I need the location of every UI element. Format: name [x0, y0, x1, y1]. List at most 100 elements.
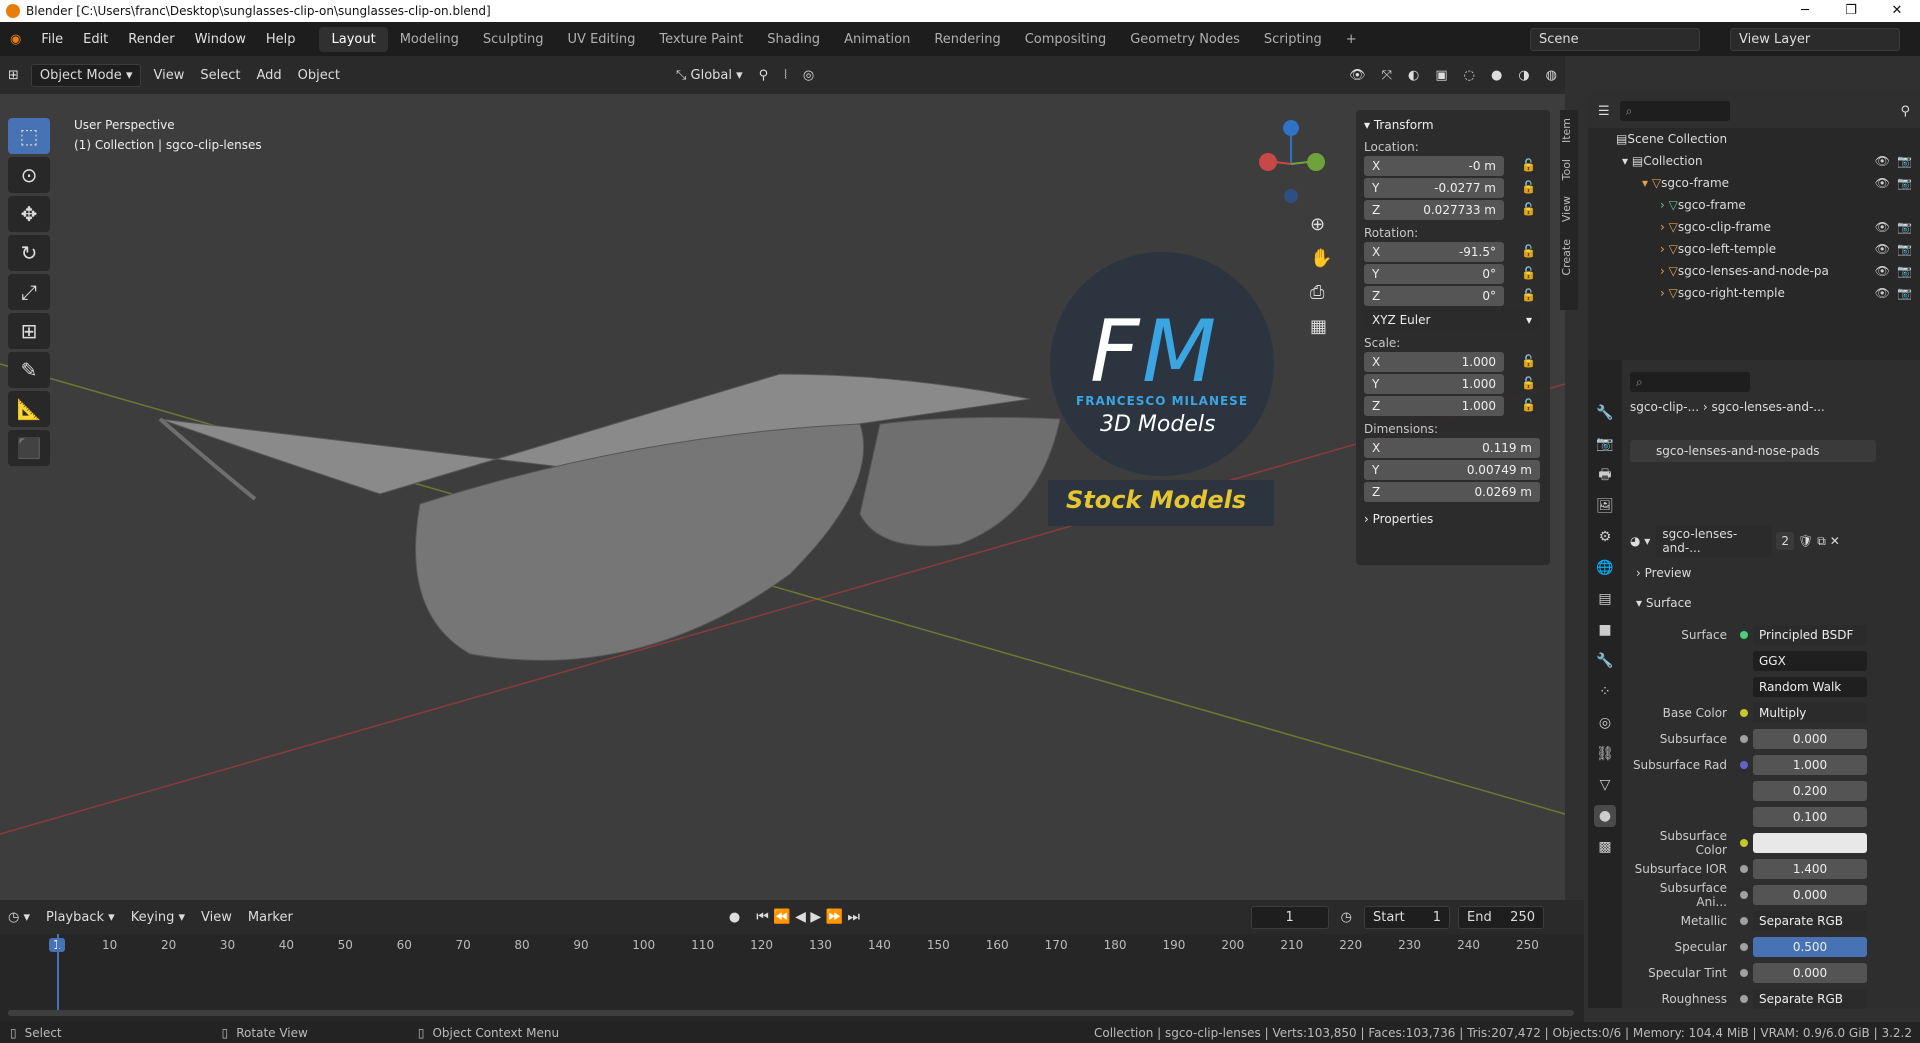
- socket-dot-icon[interactable]: [1740, 917, 1748, 925]
- eye-icon[interactable]: 👁: [1875, 242, 1890, 256]
- output-props-icon[interactable]: 🖶: [1594, 464, 1616, 486]
- outliner-item[interactable]: › ▽ sgco-frame: [1588, 194, 1920, 216]
- rotate-tool-icon[interactable]: ↻: [8, 235, 50, 271]
- material-row-value[interactable]: Random Walk: [1753, 677, 1867, 697]
- physics-props-icon[interactable]: ◎: [1594, 712, 1616, 734]
- material-row-value[interactable]: Separate RGB: [1753, 989, 1867, 1009]
- menu-object[interactable]: Object: [290, 65, 348, 86]
- record-icon[interactable]: ●: [721, 907, 748, 928]
- menu-help[interactable]: Help: [256, 32, 306, 47]
- view-layer-selector[interactable]: View Layer: [1730, 27, 1900, 51]
- shading-material-icon[interactable]: ◑: [1510, 65, 1537, 86]
- timeline-area[interactable]: 1102030405060708090100110120130140150160…: [0, 934, 1584, 1022]
- tab-shading[interactable]: Shading: [755, 27, 832, 52]
- shading-wireframe-icon[interactable]: ◌: [1456, 65, 1483, 86]
- blender-menu-icon[interactable]: ◉: [0, 32, 31, 47]
- close-icon[interactable]: ✕: [1874, 0, 1920, 22]
- properties-subpanel[interactable]: › Properties: [1356, 502, 1550, 536]
- socket-dot-icon[interactable]: [1740, 657, 1748, 665]
- outliner-editor-icon[interactable]: ☰: [1598, 104, 1610, 119]
- tab-view[interactable]: View: [1560, 188, 1573, 230]
- material-row-value[interactable]: GGX: [1753, 651, 1867, 671]
- material-users-count[interactable]: 2: [1776, 532, 1794, 550]
- playhead[interactable]: [57, 934, 59, 1012]
- tab-animation[interactable]: Animation: [832, 27, 922, 52]
- location-x-field[interactable]: X -0 m: [1364, 156, 1504, 176]
- tab-create[interactable]: Create: [1560, 231, 1573, 284]
- lock-icon[interactable]: 🔓: [1521, 180, 1536, 194]
- particles-props-icon[interactable]: ⁘: [1594, 681, 1616, 703]
- location-z-field[interactable]: Z 0.027733 m: [1364, 200, 1504, 220]
- socket-dot-icon[interactable]: [1740, 631, 1748, 639]
- camera-icon[interactable]: 📷: [1897, 242, 1912, 256]
- menu-window[interactable]: Window: [185, 32, 256, 47]
- 3d-viewport[interactable]: F M User Perspective (1) Collection | sg…: [0, 94, 1565, 900]
- material-row-value[interactable]: Principled BSDF: [1753, 625, 1867, 645]
- fake-user-icon[interactable]: 🛡: [1798, 534, 1813, 548]
- socket-dot-icon[interactable]: [1740, 839, 1748, 847]
- material-slot[interactable]: sgco-lenses-and-nose-pads: [1630, 440, 1876, 462]
- location-y-field[interactable]: Y -0.0277 m: [1364, 178, 1504, 198]
- ortho-grid-icon[interactable]: ▦: [1310, 316, 1338, 350]
- socket-dot-icon[interactable]: [1740, 683, 1748, 691]
- eye-icon[interactable]: 👁: [1875, 154, 1890, 168]
- tab-modeling[interactable]: Modeling: [388, 27, 471, 52]
- annotate-tool-icon[interactable]: ✎: [8, 352, 50, 388]
- outliner-item[interactable]: › ▽ sgco-lenses-and-node-pa 👁 📷: [1588, 260, 1920, 282]
- socket-dot-icon[interactable]: [1740, 761, 1748, 769]
- transform-header[interactable]: ▾ Transform: [1356, 110, 1550, 140]
- tab-rendering[interactable]: Rendering: [922, 27, 1012, 52]
- select-box-tool-icon[interactable]: ⬚: [8, 118, 50, 154]
- overlay-icon[interactable]: ◐: [1400, 65, 1427, 86]
- preview-range-icon[interactable]: ◷: [1333, 907, 1360, 928]
- outliner-scene-collection[interactable]: ▤ Scene Collection: [1588, 128, 1920, 150]
- unlink-icon[interactable]: ✕: [1830, 534, 1840, 548]
- camera-icon[interactable]: 📷: [1897, 176, 1912, 190]
- outliner-item[interactable]: › ▽ sgco-left-temple 👁 📷: [1588, 238, 1920, 260]
- dimension-x-field[interactable]: X 0.119 m: [1364, 438, 1540, 458]
- socket-dot-icon[interactable]: [1740, 969, 1748, 977]
- tool-props-icon[interactable]: 🔧: [1594, 402, 1616, 424]
- material-props-icon[interactable]: ●: [1594, 805, 1616, 827]
- lock-icon[interactable]: 🔓: [1521, 354, 1536, 368]
- current-frame-field[interactable]: 1: [1250, 905, 1329, 929]
- camera-icon[interactable]: 📷: [1897, 286, 1912, 300]
- outliner-item[interactable]: › ▽ sgco-clip-frame 👁 📷: [1588, 216, 1920, 238]
- maximize-icon[interactable]: ❐: [1828, 0, 1874, 22]
- props-search-input[interactable]: ⌕: [1630, 372, 1750, 392]
- texture-props-icon[interactable]: ▩: [1594, 836, 1616, 858]
- tab-texture-paint[interactable]: Texture Paint: [647, 27, 755, 52]
- snap-icon[interactable]: ⦚: [776, 65, 795, 86]
- eye-icon[interactable]: 👁: [1875, 286, 1890, 300]
- camera-icon[interactable]: 📷: [1897, 154, 1912, 168]
- socket-dot-icon[interactable]: [1740, 735, 1748, 743]
- duplicate-icon[interactable]: ⧉: [1817, 534, 1826, 549]
- socket-dot-icon[interactable]: [1740, 995, 1748, 1003]
- start-frame-field[interactable]: Start 1: [1364, 905, 1450, 929]
- camera-icon[interactable]: 📷: [1897, 264, 1912, 278]
- modifier-props-icon[interactable]: 🔧: [1594, 650, 1616, 672]
- menu-render[interactable]: Render: [118, 32, 184, 47]
- timeline-editor-icon[interactable]: ◷ ▾: [0, 907, 38, 928]
- menu-timeline-view[interactable]: View: [193, 907, 240, 928]
- rotation-y-field[interactable]: Y 0°: [1364, 264, 1504, 284]
- constraints-props-icon[interactable]: ⛓: [1594, 743, 1616, 765]
- zoom-icon[interactable]: ⊕: [1310, 214, 1338, 248]
- proportional-edit-icon[interactable]: ◎: [795, 65, 822, 86]
- tab-tool[interactable]: Tool: [1560, 151, 1573, 188]
- editor-type-icon[interactable]: ⊞: [0, 65, 27, 86]
- world-props-icon[interactable]: 🌐: [1594, 557, 1616, 579]
- socket-dot-icon[interactable]: [1740, 709, 1748, 717]
- playback-controls[interactable]: ⏮ ⏪ ◀ ▶ ⏩ ⏭: [748, 906, 868, 928]
- menu-marker[interactable]: Marker: [240, 907, 301, 928]
- menu-select[interactable]: Select: [192, 65, 248, 86]
- xray-icon[interactable]: ▣: [1427, 65, 1455, 86]
- material-name-field[interactable]: sgco-lenses-and-...: [1656, 525, 1773, 557]
- material-row-value[interactable]: 0.000: [1753, 885, 1867, 905]
- material-row-value[interactable]: 0.200: [1753, 781, 1867, 801]
- transform-tool-icon[interactable]: ⊞: [8, 313, 50, 349]
- outliner-item[interactable]: ▾ ▽ sgco-frame 👁 📷: [1588, 172, 1920, 194]
- minimize-icon[interactable]: ─: [1782, 0, 1828, 22]
- shading-solid-icon[interactable]: ●: [1483, 65, 1510, 86]
- lock-icon[interactable]: 🔓: [1521, 266, 1536, 280]
